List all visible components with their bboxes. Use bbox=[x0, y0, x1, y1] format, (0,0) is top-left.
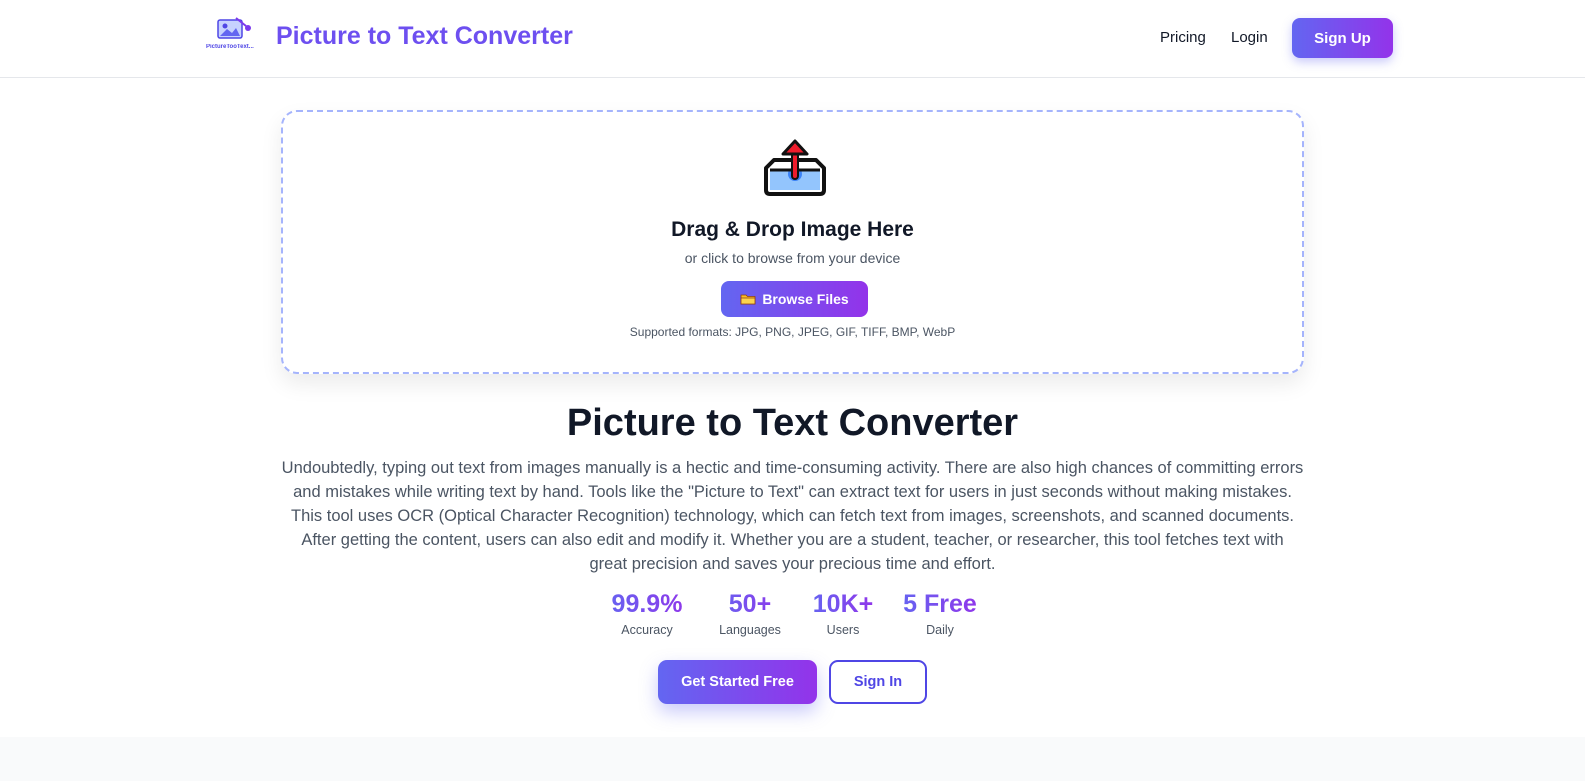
nav-login-link[interactable]: Login bbox=[1231, 29, 1268, 46]
brand-title[interactable]: Picture to Text Converter bbox=[276, 22, 573, 51]
nav-pricing-link[interactable]: Pricing bbox=[1160, 29, 1206, 46]
page-title: Picture to Text Converter bbox=[566, 402, 1019, 444]
upload-tray-icon bbox=[764, 139, 826, 196]
logo-image-icon bbox=[217, 17, 251, 39]
get-started-button[interactable]: Get Started Free bbox=[658, 660, 817, 704]
stat-value: 10K+ bbox=[808, 590, 878, 619]
browse-files-label: Browse Files bbox=[762, 291, 849, 307]
dropzone-subtitle: or click to browse from your device bbox=[684, 250, 901, 266]
stat-languages: 50+ Languages bbox=[712, 590, 788, 637]
dropzone-title: Drag & Drop Image Here bbox=[671, 218, 914, 241]
stat-accuracy: 99.9% Accuracy bbox=[600, 590, 694, 637]
stat-label: Accuracy bbox=[621, 623, 673, 637]
site-header: PictureTooText... Picture to Text Conver… bbox=[0, 0, 1585, 78]
signup-button[interactable]: Sign Up bbox=[1292, 18, 1393, 58]
stat-label: Languages bbox=[719, 623, 781, 637]
image-dropzone[interactable]: Drag & Drop Image Here or click to brows… bbox=[281, 110, 1304, 374]
stat-value: 50+ bbox=[712, 590, 788, 619]
folder-icon bbox=[740, 294, 756, 305]
next-section-band bbox=[0, 737, 1585, 781]
logo-caption: PictureTooText... bbox=[206, 44, 254, 50]
stat-label: Daily bbox=[926, 623, 954, 637]
stat-value: 99.9% bbox=[600, 590, 694, 619]
supported-formats: Supported formats: JPG, PNG, JPEG, GIF, … bbox=[629, 325, 956, 339]
stat-users: 10K+ Users bbox=[808, 590, 878, 637]
sign-in-button[interactable]: Sign In bbox=[829, 660, 927, 704]
stat-value: 5 Free bbox=[896, 590, 984, 619]
browse-files-button[interactable]: Browse Files bbox=[721, 281, 868, 317]
stat-daily: 5 Free Daily bbox=[896, 590, 984, 637]
stat-label: Users bbox=[826, 623, 860, 637]
hero-description: Undoubtedly, typing out text from images… bbox=[281, 459, 1304, 573]
site-logo[interactable]: PictureTooText... bbox=[206, 16, 264, 56]
